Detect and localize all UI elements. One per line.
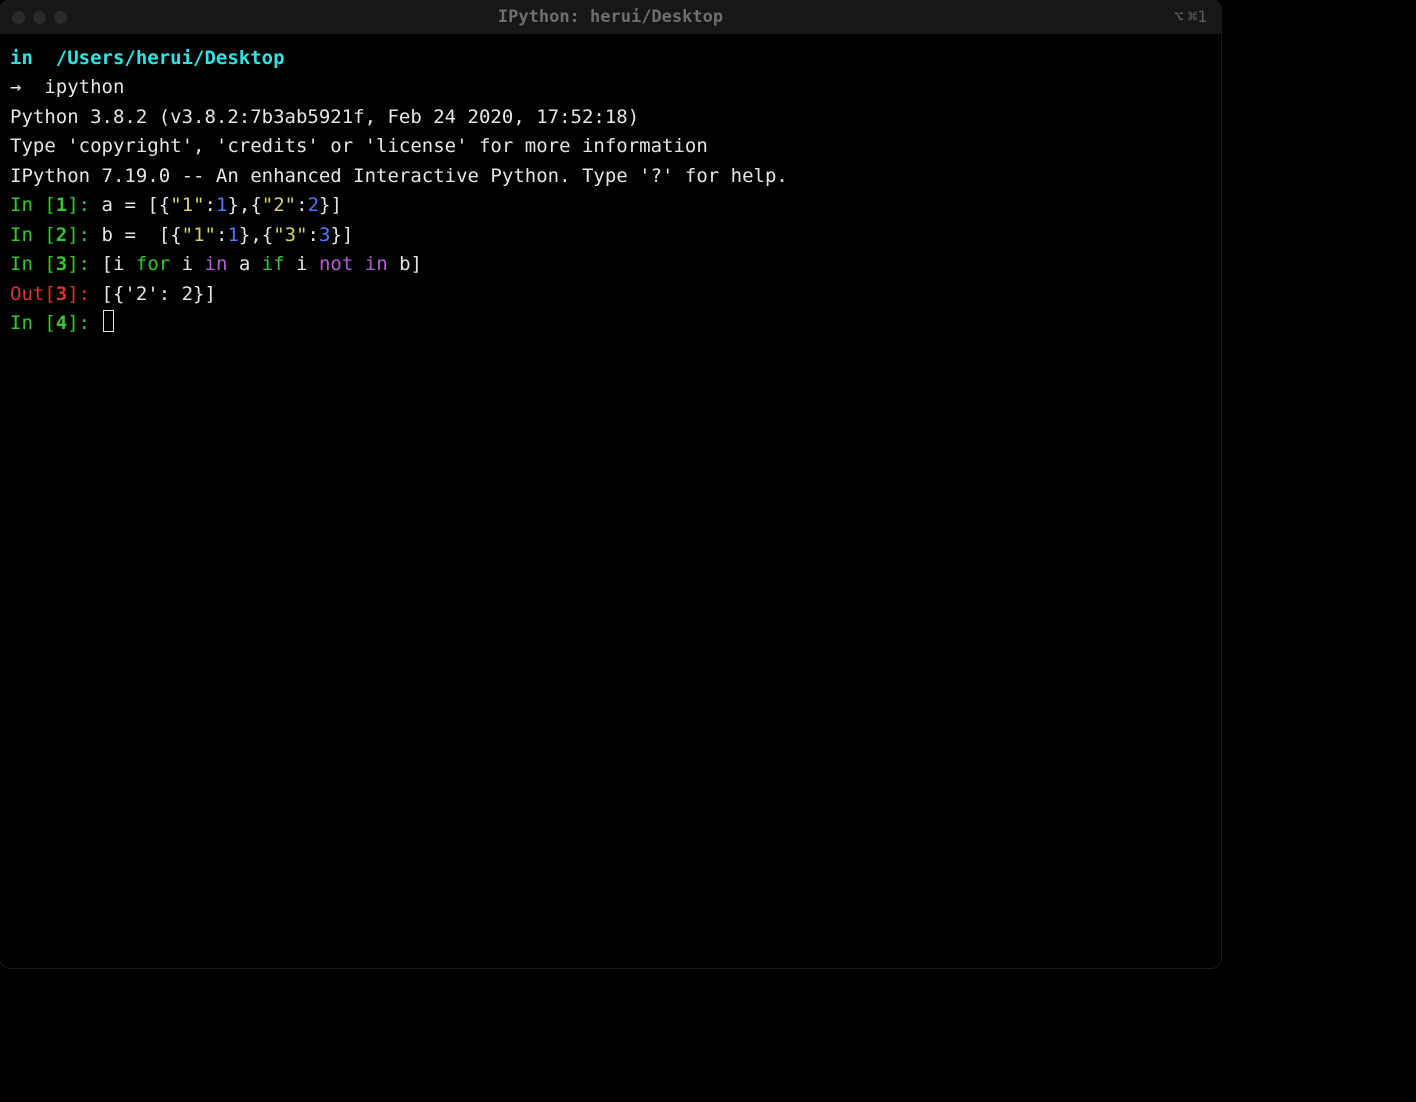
code-token: a [102,194,125,216]
code-token: "2" [262,194,296,216]
code-token: b [102,224,125,246]
code-token: "3" [273,224,307,246]
code-token: not [319,253,353,275]
terminal-line: In [3]: [i for i in a if i not in b] [10,250,1211,279]
in-prompt: In [ [10,194,56,216]
code-token: : [308,224,319,246]
shell-command: ipython [44,76,124,98]
minimize-icon[interactable] [33,11,46,24]
terminal-line: Python 3.8.2 (v3.8.2:7b3ab5921f, Feb 24 … [10,103,1211,132]
in-prompt: In [ [10,253,56,275]
code-token: = [124,194,135,216]
window-shortcut: ⌥⌘1 [1174,5,1207,30]
code-token: [{ [136,194,170,216]
code-token: },{ [239,224,273,246]
code-token: 1 [227,224,238,246]
in-number: 1 [56,194,67,216]
terminal-line: IPython 7.19.0 -- An enhanced Interactiv… [10,162,1211,191]
terminal-line: Type 'copyright', 'credits' or 'license'… [10,132,1211,161]
shell-user: in [10,47,33,69]
code-token: i [285,253,319,275]
in-prompt-close: ]: [67,194,101,216]
terminal-line: In [1]: a = [{"1":1},{"2":2}] [10,191,1211,220]
banner-text: Type 'copyright', 'credits' or 'license'… [10,135,708,157]
terminal-window: IPython: herui/Desktop ⌥⌘1 in /Users/her… [0,0,1221,968]
out-number: 3 [56,283,67,305]
terminal-line: In [4]: [10,309,1211,338]
terminal-line: Out[3]: [{'2': 2}] [10,280,1211,309]
code-token: if [262,253,285,275]
code-token: : [216,224,227,246]
terminal-body[interactable]: in /Users/herui/Desktop→ ipythonPython 3… [0,34,1221,348]
in-prompt-close: ]: [67,224,101,246]
code-token: 3 [319,224,330,246]
code-token [353,253,364,275]
in-number: 2 [56,224,67,246]
in-prompt-close: ]: [67,253,101,275]
code-token: "1" [170,194,204,216]
code-token: 2 [308,194,319,216]
code-token: },{ [227,194,261,216]
code-token: : [205,194,216,216]
in-number: 3 [56,253,67,275]
terminal-line: in /Users/herui/Desktop [10,44,1211,73]
code-token: in [365,253,388,275]
shell-path: /Users/herui/Desktop [56,47,285,69]
banner-text: IPython 7.19.0 -- An enhanced Interactiv… [10,165,788,187]
code-token: i [170,253,204,275]
in-number: 4 [56,312,67,334]
code-token: = [124,224,135,246]
code-token: a [227,253,261,275]
code-token: [i [102,253,136,275]
code-token: b] [388,253,422,275]
code-token: for [136,253,170,275]
titlebar[interactable]: IPython: herui/Desktop ⌥⌘1 [0,0,1221,34]
in-prompt: In [ [10,312,56,334]
code-token: }] [330,224,353,246]
terminal-line: In [2]: b = [{"1":1},{"3":3}] [10,221,1211,250]
banner-text: Python 3.8.2 (v3.8.2:7b3ab5921f, Feb 24 … [10,106,639,128]
code-token: [{ [136,224,182,246]
window-title: IPython: herui/Desktop [0,4,1221,30]
code-token: "1" [182,224,216,246]
cursor[interactable] [103,310,114,332]
code-token: }] [319,194,342,216]
code-token: in [205,253,228,275]
out-prompt-close: ]: [67,283,101,305]
terminal-line: → ipython [10,73,1211,102]
out-prompt: Out[ [10,283,56,305]
close-icon[interactable] [12,11,25,24]
in-prompt-close: ]: [67,312,101,334]
output-text: [{'2': 2}] [102,283,216,305]
traffic-lights [12,11,67,24]
in-prompt: In [ [10,224,56,246]
code-token: 1 [216,194,227,216]
code-token: : [296,194,307,216]
maximize-icon[interactable] [54,11,67,24]
option-key-icon: ⌥ [1174,5,1184,30]
prompt-arrow: → [10,76,44,98]
